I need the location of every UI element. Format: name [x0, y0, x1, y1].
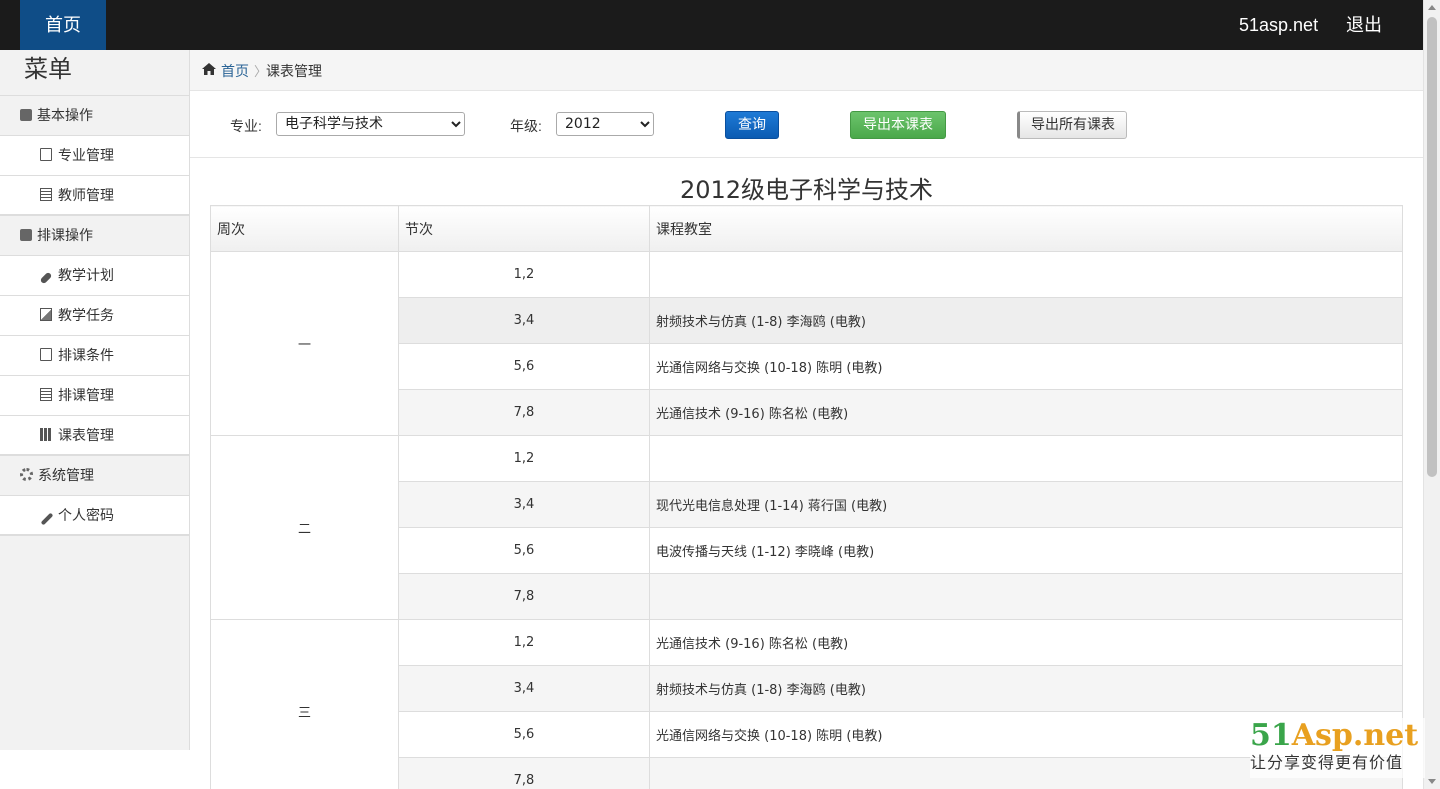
query-button[interactable]: 查询: [725, 111, 779, 139]
sidebar-item-label: 排课管理: [58, 387, 114, 403]
sidebar-title: 菜单: [0, 50, 189, 96]
sidebar-item-plan[interactable]: 教学计划: [0, 256, 189, 296]
schedule-title: 2012级电子科学与技术: [679, 176, 934, 204]
grade-label: 年级:: [510, 118, 542, 134]
period-cell: 5,6: [398, 711, 650, 758]
scrollbar-thumb[interactable]: [1427, 17, 1437, 477]
vertical-scrollbar[interactable]: [1423, 0, 1440, 789]
course-cell: 光通信技术 (9-16) 陈名松 (电教): [649, 389, 1403, 436]
sidebar-item-major[interactable]: 专业管理: [0, 136, 189, 176]
period-cell: 7,8: [398, 389, 650, 436]
header-period: 节次: [398, 205, 650, 252]
breadcrumb: 首页 〉 课表管理: [190, 50, 1423, 91]
brand-part-a: 51: [1250, 718, 1292, 753]
course-cell: 光通信网络与交换 (10-18) 陈明 (电教): [649, 343, 1403, 390]
grade-select[interactable]: 2012: [556, 112, 654, 136]
sidebar-group-scheduling[interactable]: 排课操作: [0, 216, 189, 256]
group-label: 系统管理: [38, 467, 94, 483]
period-cell: 3,4: [398, 665, 650, 712]
list-icon: [40, 388, 52, 401]
course-cell: 电波传播与天线 (1-12) 李晓峰 (电教): [649, 527, 1403, 574]
schedule-body: 一 1,2 3,4 射频技术与仿真 (1-8) 李海鸥 (电教) 5,6 光通信网络与交换…: [210, 251, 1403, 789]
course-cell: 射频技术与仿真 (1-8) 李海鸥 (电教): [649, 297, 1403, 344]
sidebar-item-label: 教学任务: [58, 307, 114, 323]
file-icon: [40, 348, 52, 361]
sidebar-item-label: 排课条件: [58, 347, 114, 363]
wrench-icon: [40, 512, 54, 526]
course-cell: 射频技术与仿真 (1-8) 李海鸥 (电教): [649, 665, 1403, 712]
sidebar-item-label: 教学计划: [58, 267, 114, 283]
site-link[interactable]: 51asp.net: [1239, 0, 1318, 50]
table-row: 三 1,2 光通信技术 (9-16) 陈名松 (电教): [210, 619, 1403, 789]
period-cell: 1,2: [398, 251, 650, 298]
course-cell: 现代光电信息处理 (1-14) 蒋行国 (电教): [649, 481, 1403, 528]
scroll-down-icon[interactable]: [1428, 779, 1436, 784]
header-course: 课程教室: [649, 205, 1403, 252]
table-header-row: 周次 节次 课程教室: [210, 205, 1403, 252]
period-cell: 7,8: [398, 573, 650, 620]
sidebar: 菜单 基本操作 专业管理 教师管理 排课操作 教学计划 教学任务 排课条件 排课…: [0, 50, 190, 750]
period-cell: 3,4: [398, 481, 650, 528]
sidebar-item-password[interactable]: 个人密码: [0, 496, 189, 536]
group-label: 基本操作: [37, 107, 93, 123]
logout-link[interactable]: 退出: [1346, 0, 1382, 50]
export-this-button[interactable]: 导出本课表: [850, 111, 946, 139]
header-week: 周次: [210, 205, 399, 252]
sidebar-item-arrange[interactable]: 排课管理: [0, 376, 189, 416]
scroll-up-icon[interactable]: [1428, 5, 1436, 10]
sidebar-group-basic[interactable]: 基本操作: [0, 96, 189, 136]
export-all-button[interactable]: 导出所有课表: [1017, 111, 1127, 139]
picture-icon: [40, 308, 52, 321]
filter-bar: 专业: 电子科学与技术 年级: 2012 查询 导出本课表 导出所有课表: [190, 92, 1423, 158]
sidebar-item-task[interactable]: 教学任务: [0, 296, 189, 336]
books-icon: [40, 428, 52, 441]
table-row: 二 1,2: [210, 435, 1403, 620]
breadcrumb-home-link[interactable]: 首页: [221, 61, 249, 81]
week-cell: 一: [210, 251, 399, 436]
period-cell: 3,4: [398, 297, 650, 344]
period-cell: 5,6: [398, 343, 650, 390]
gear-icon: [20, 468, 33, 481]
sidebar-item-label: 专业管理: [58, 147, 114, 163]
home-icon: [202, 63, 216, 75]
sidebar-item-timetable[interactable]: 课表管理: [0, 416, 189, 456]
group-icon: [20, 229, 32, 241]
schedule-table: 周次 节次 课程教室 一 1,2 3,4 射频技术与仿真 (1-8) 李海鸥 (电教)…: [210, 205, 1403, 789]
sidebar-group-system[interactable]: 系统管理: [0, 456, 189, 496]
period-cell: 5,6: [398, 527, 650, 574]
group-icon: [20, 109, 32, 121]
course-cell: [649, 573, 1403, 620]
group-label: 排课操作: [37, 227, 93, 243]
major-select[interactable]: 电子科学与技术: [276, 112, 465, 136]
top-navbar: 首页 51asp.net 退出: [0, 0, 1423, 50]
sidebar-item-condition[interactable]: 排课条件: [0, 336, 189, 376]
nav-home-link[interactable]: 首页: [20, 0, 106, 50]
file-icon: [40, 148, 52, 161]
watermark-logo: 51Asp.net 让分享变得更有价值: [1250, 718, 1425, 778]
brand-part-b: Asp.net: [1291, 718, 1419, 753]
plug-icon: [39, 271, 53, 285]
period-cell: 1,2: [398, 619, 650, 666]
week-cell: 二: [210, 435, 399, 620]
course-cell: 光通信技术 (9-16) 陈名松 (电教): [649, 619, 1403, 666]
list-icon: [40, 188, 52, 201]
sidebar-item-label: 个人密码: [58, 507, 114, 523]
table-row: 一 1,2: [210, 251, 1403, 436]
sidebar-item-teacher[interactable]: 教师管理: [0, 176, 189, 216]
major-label: 专业:: [230, 118, 262, 134]
period-cell: 1,2: [398, 435, 650, 482]
period-cell: 7,8: [398, 757, 650, 789]
watermark-brand: 51Asp.net: [1250, 718, 1425, 754]
sidebar-item-label: 课表管理: [58, 427, 114, 443]
watermark-slogan: 让分享变得更有价值: [1250, 755, 1404, 772]
week-cell: 三: [210, 619, 399, 789]
course-cell: [649, 435, 1403, 482]
breadcrumb-current: 课表管理: [266, 63, 322, 79]
course-cell: [649, 251, 1403, 298]
sidebar-item-label: 教师管理: [58, 187, 114, 203]
